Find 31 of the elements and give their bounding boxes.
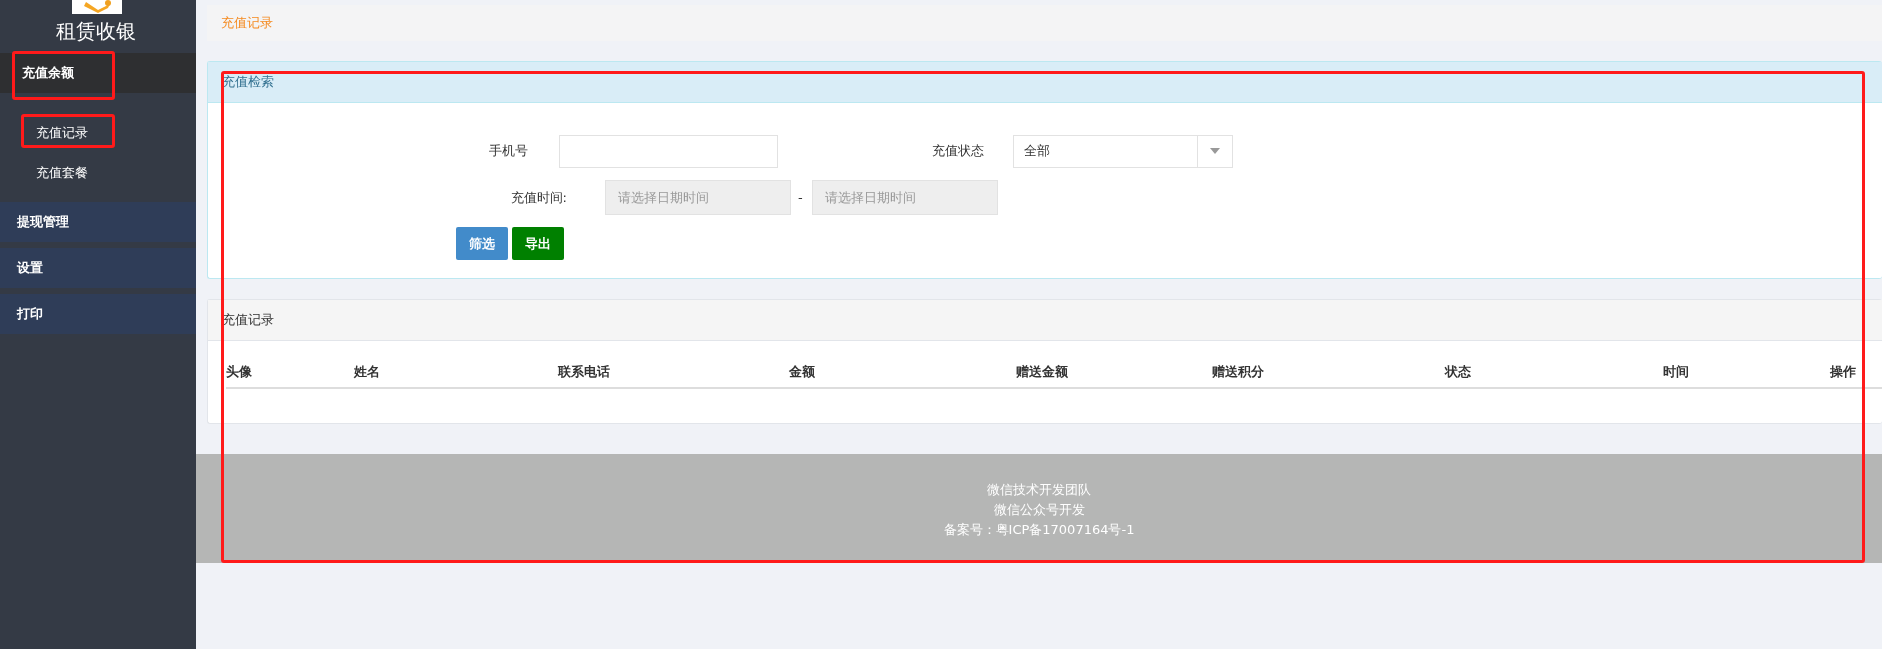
status-dropdown[interactable]: 全部 [1013,134,1233,168]
footer-text: 备案号：粤ICP备17007164号-1 [943,520,1135,539]
caret-down-icon [1210,148,1220,154]
sidebar-group[interactable]: 提现管理 [0,202,196,242]
filter-button[interactable]: 筛选 [456,227,508,260]
field-label: 充值状态 [931,142,984,160]
sidebar-item[interactable]: 充值记录 [0,113,196,153]
column-header: 金额 [789,362,816,381]
sidebar-item[interactable]: 充值套餐 [0,153,196,193]
sidebar-group[interactable]: 充值余额 [0,53,196,93]
logo-icon [72,0,122,14]
end-date-field[interactable]: 请选择日期时间 [811,180,998,215]
phone-input-field[interactable] [559,134,778,168]
sidebar-group[interactable]: 设置 [0,248,196,288]
footer-text: 微信技术开发团队 [987,480,1091,499]
export-button[interactable]: 导出 [512,227,564,260]
app-title: 租赁收银 [55,18,137,45]
column-header: 赠送积分 [1212,362,1265,381]
column-header: 状态 [1445,362,1472,381]
range-separator: - [798,190,803,205]
field-label: 充值时间: [509,188,567,207]
footer-text: 微信公众号开发 [993,500,1085,519]
field-label: 手机号 [488,142,528,160]
start-date-field[interactable]: 请选择日期时间 [605,180,791,215]
column-header: 姓名 [354,362,381,381]
column-header: 操作 [1829,362,1857,381]
column-header: 头像 [226,362,253,381]
column-header: 联系电话 [558,362,611,381]
column-header: 时间 [1663,362,1690,381]
column-header: 赠送金额 [1016,362,1069,381]
sidebar-group[interactable]: 打印 [0,294,196,334]
